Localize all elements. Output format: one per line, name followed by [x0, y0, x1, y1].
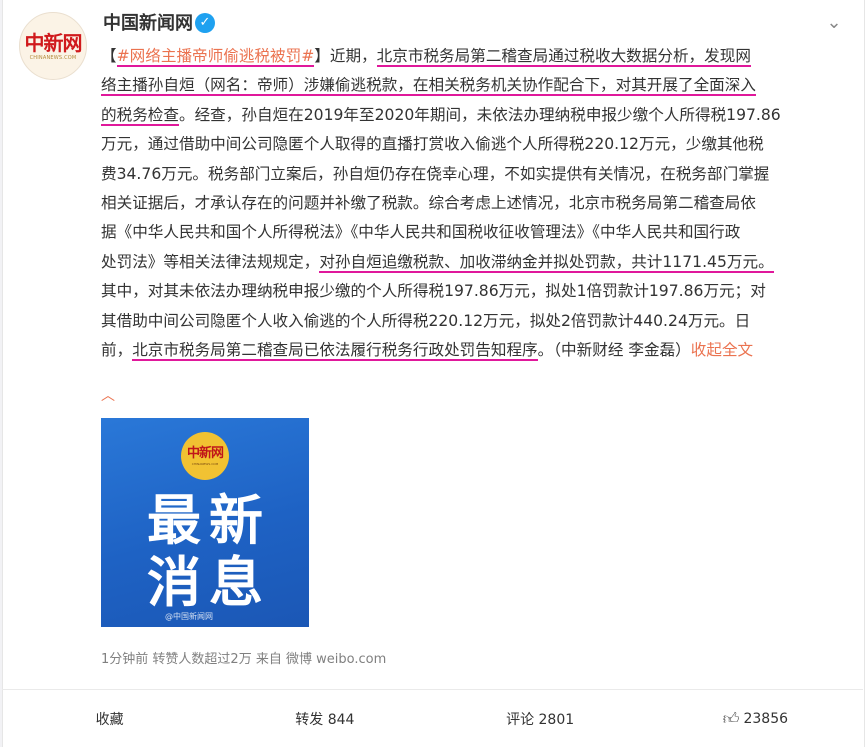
- collapse-text-link[interactable]: 收起全文: [691, 341, 753, 359]
- author-name[interactable]: 中国新闻网: [103, 12, 193, 36]
- like-button[interactable]: 👍︎ 23856: [648, 690, 863, 747]
- post-source[interactable]: 微博 weibo.com: [286, 652, 386, 667]
- repost-button[interactable]: 转发 844: [217, 690, 432, 747]
- post-text-segment: 相关证据后，才承认存在的问题并补缴了税款。综合考虑上述情况，北京市税务局第二稽查…: [101, 193, 756, 212]
- post-line: 其借助中间公司隐匿个人收入偷逃的个人所得税220.12万元，拟处2倍罚款计440…: [101, 307, 851, 336]
- post-text-segment: 的税务检查: [101, 105, 179, 126]
- headline-line-2: 消息: [147, 551, 271, 614]
- post-text-segment: 其借助中间公司隐匿个人收入偷逃的个人所得税220.12万元，拟处2倍罚款计440…: [101, 311, 751, 330]
- post-line: 万元，通过借助中间公司隐匿个人取得的直播打赏收入偷逃个人所得税220.12万元，…: [101, 130, 851, 159]
- badge-logo-text: 中新网: [186, 445, 224, 461]
- post-text-segment: 。（中新财经 李金磊）: [537, 340, 691, 359]
- hashtag-link[interactable]: #网络主播帝师偷逃税被罚#: [116, 47, 315, 67]
- post-text-segment: 费34.76万元。税务部门立案后，孙自烜仍存在侥幸心理，不如实提供有关情况，在税…: [101, 164, 770, 183]
- post-line: 据《中华人民共和国个人所得税法》《中华人民共和国税收征收管理法》《中华人民共和国…: [101, 218, 851, 247]
- avatar-logo-text: 中新网: [24, 30, 83, 55]
- post-line: 费34.76万元。税务部门立案后，孙自烜仍存在侥幸心理，不如实提供有关情况，在税…: [101, 160, 851, 189]
- post-text-segment: 万元，通过借助中间公司隐匿个人取得的直播打赏收入偷逃个人所得税220.12万元，…: [101, 135, 764, 154]
- post-meta: 1分钟前 转赞人数超过2万 来自 微博 weibo.com: [101, 650, 386, 670]
- post-line: 处罚法》等相关法律法规规定，对孙自烜追缴税款、加收滞纳金并拟处罚款，共计1171…: [101, 248, 851, 277]
- post-text-segment: 在相关税务机关协作配合下，对其开展了全面深入: [412, 76, 756, 97]
- badge-logo-subtext: CHINANEWS.COM: [191, 461, 219, 466]
- post-line: 【#网络主播帝师偷逃税被罚#】近期，北京市税务局第二稽查局通过税收大数据分析，发…: [101, 42, 851, 71]
- chevron-down-icon[interactable]: ⌄: [823, 12, 845, 34]
- thumbs-up-icon: 👍︎: [722, 708, 740, 728]
- post-text-segment: 】近期，: [314, 47, 377, 65]
- weibo-post-card: 中新网 CHINANEWS.COM 中国新闻网 ✓ ⌄ 【#网络主播帝师偷逃税被…: [2, 0, 865, 747]
- post-text-segment: 据《中华人民共和国个人所得税法》《中华人民共和国税收征收管理法》《中华人民共和国…: [101, 223, 741, 242]
- post-line: 的税务检查。经查，孙自烜在2019年至2020年期间，未依法办理纳税申报少缴个人…: [101, 101, 851, 130]
- post-line: 其中，对其未依法办理纳税申报少缴的个人所得税197.86万元，拟处1倍罚款计19…: [101, 277, 851, 306]
- source-prefix: 来自: [255, 652, 282, 667]
- chevron-up-icon[interactable]: ︿: [101, 386, 115, 406]
- post-text-segment: 。经查，孙自烜在2019年至2020年期间，未依法办理纳税申报少缴个人所得税19…: [178, 105, 781, 124]
- post-text-segment: 北京市税务局第二稽查局已依法履行税务行政处罚告知程序: [132, 340, 538, 361]
- comment-label: 评论 2801: [506, 711, 575, 728]
- action-bar: 收藏 转发 844 评论 2801 👍︎ 23856: [2, 690, 863, 747]
- post-text-segment: 对孙自烜追缴税款、加收滞纳金并拟处罚款，共计1171.45万元。: [319, 252, 774, 273]
- post-text-segment: 处罚法》等相关法律法规规定，: [101, 252, 320, 271]
- avatar[interactable]: 中新网 CHINANEWS.COM: [19, 12, 87, 80]
- post-text-segment: 前，: [101, 340, 133, 359]
- comment-button[interactable]: 评论 2801: [433, 690, 648, 747]
- post-text: 【#网络主播帝师偷逃税被罚#】近期，北京市税务局第二稽查局通过税收大数据分析，发…: [101, 42, 851, 365]
- post-line: 前，北京市税务局第二稽查局已依法履行税务行政处罚告知程序。（中新财经 李金磊）收…: [101, 336, 851, 365]
- post-text-segment: 【: [101, 47, 117, 65]
- favorite-label: 收藏: [95, 711, 124, 728]
- post-time[interactable]: 1分钟前: [101, 652, 148, 667]
- post-text-segment: 北京市税务局第二稽查局通过税收大数据分析，发现网: [376, 47, 751, 67]
- image-watermark: @中国新闻网: [165, 612, 213, 621]
- post-line: 络主播孙自烜（网名：帝师）涉嫌偷逃税款，在相关税务机关协作配合下，对其开展了全面…: [101, 71, 851, 100]
- post-image[interactable]: 中新网 CHINANEWS.COM 最新 消息 @中国新闻网: [101, 418, 309, 627]
- repost-label: 转发 844: [295, 711, 355, 728]
- repost-note: 转赞人数超过2万: [152, 652, 252, 667]
- post-text-segment: 其中，对其未依法办理纳税申报少缴的个人所得税197.86万元，拟处1倍罚款计19…: [101, 282, 766, 301]
- like-count: 23856: [743, 710, 789, 727]
- verified-icon: ✓: [195, 13, 215, 33]
- post-line: 相关证据后，才承认存在的问题并补缴了税款。综合考虑上述情况，北京市税务局第二稽查…: [101, 189, 851, 218]
- post-text-segment: 络主播孙自烜（网名：帝师）涉嫌偷逃税款，: [101, 76, 413, 97]
- chinanews-logo-badge: 中新网 CHINANEWS.COM: [181, 432, 229, 480]
- favorite-button[interactable]: 收藏: [2, 690, 217, 747]
- headline-line-1: 最新: [147, 489, 271, 552]
- avatar-logo-subtext: CHINANEWS.COM: [29, 54, 77, 61]
